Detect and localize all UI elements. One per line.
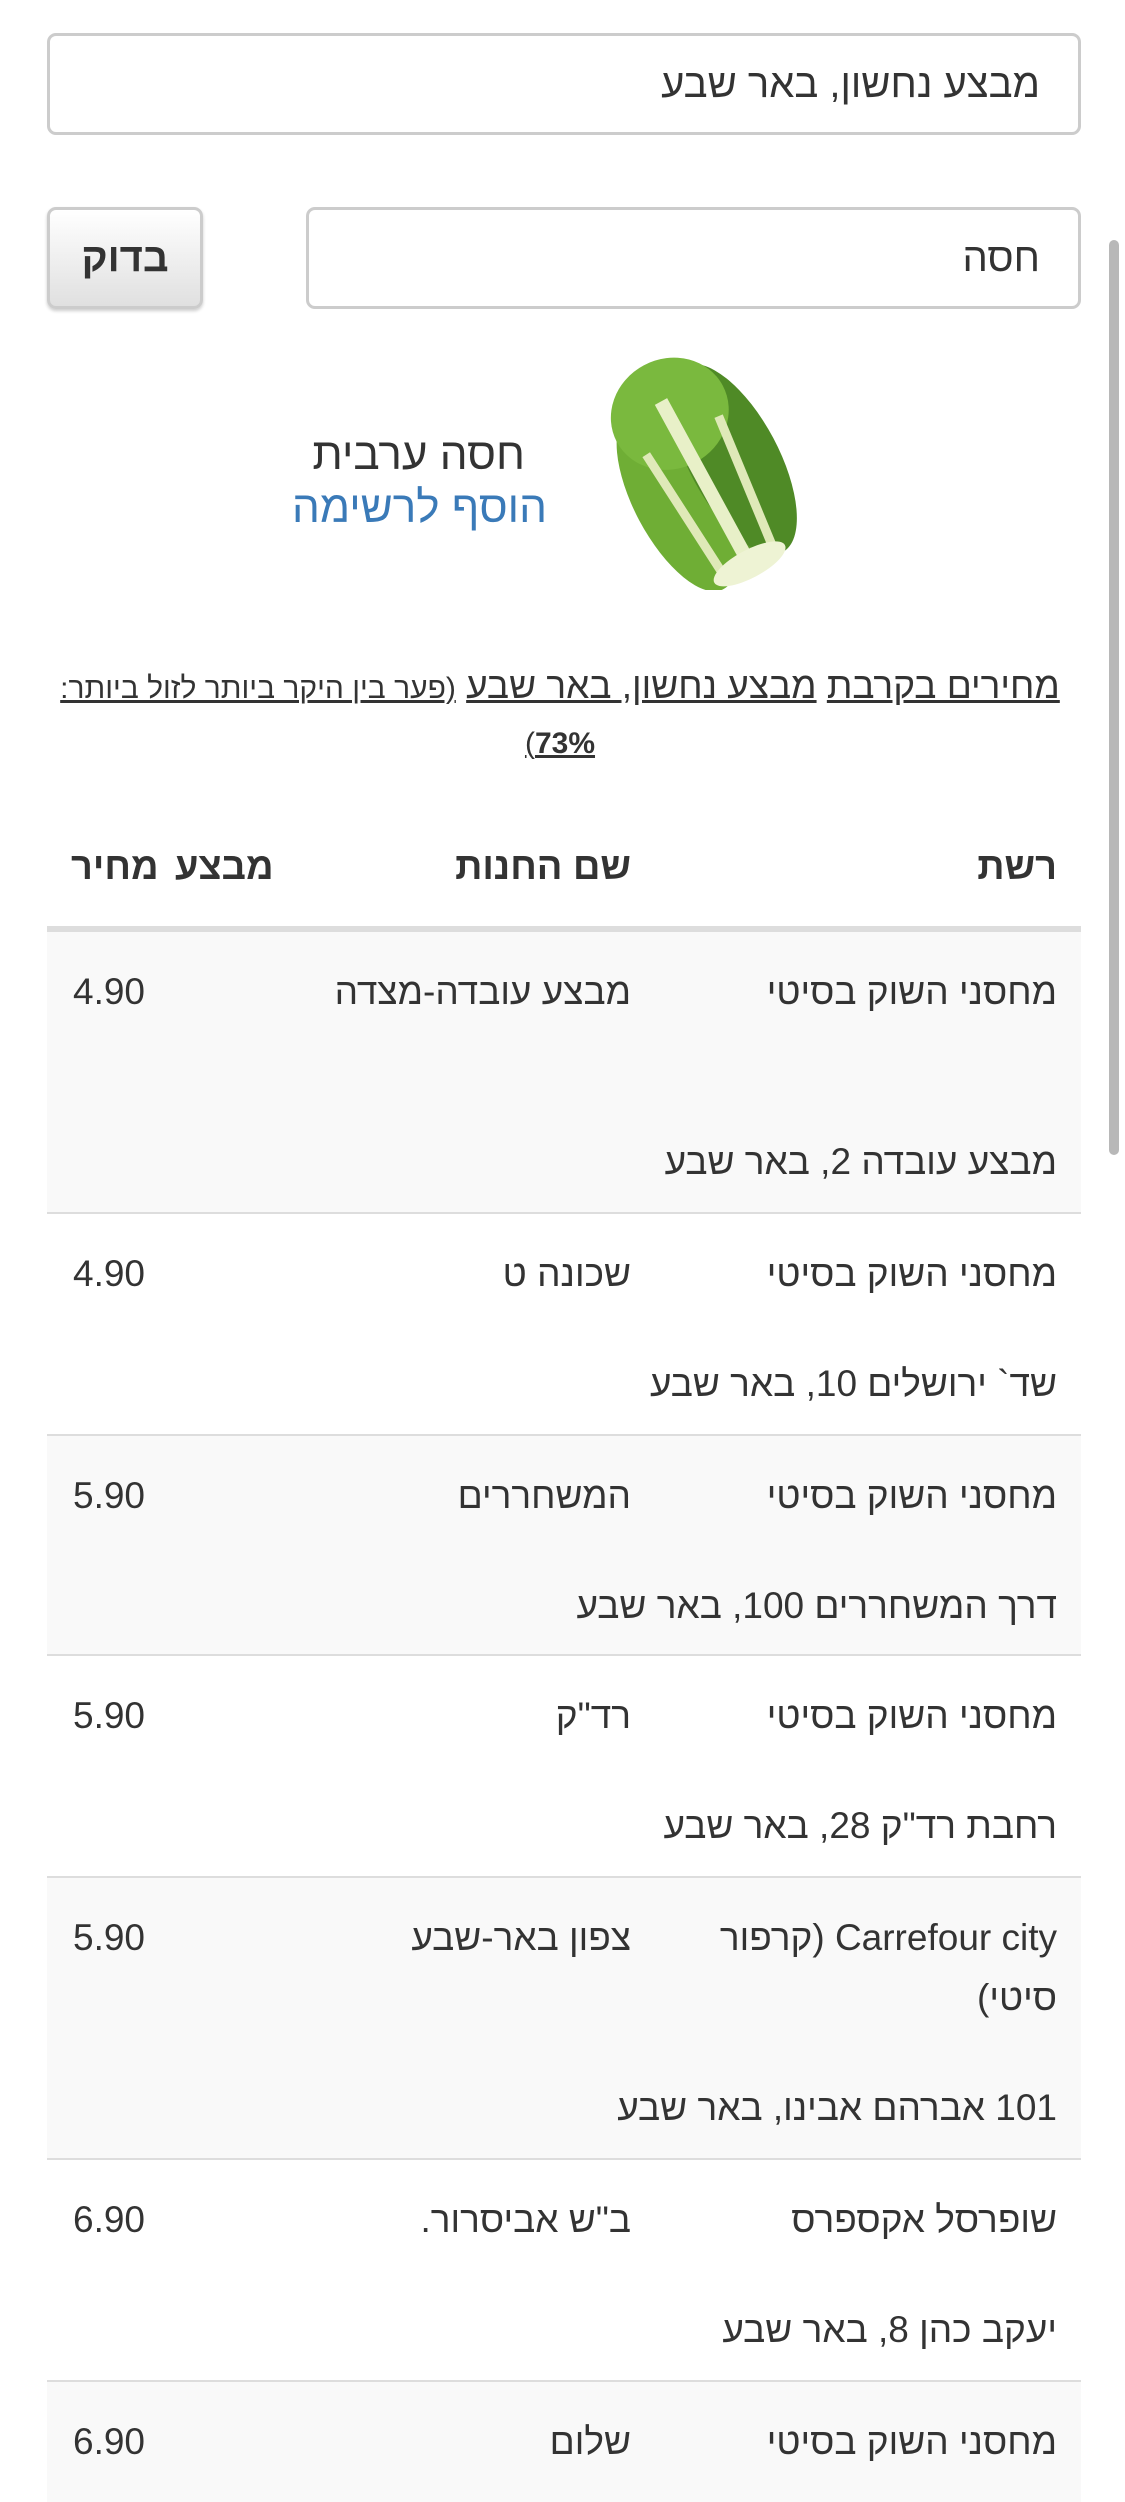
row-address: 101 אברהם אבינו, באר שבע: [617, 2087, 1057, 2128]
table-row[interactable]: מחסני השוק בסיטי מבצע עובדה-מצדה 4.90 מב…: [47, 932, 1081, 1214]
row-address: רחבת רד"ק 28, באר שבע: [663, 1805, 1057, 1846]
header-price: מחיר: [71, 846, 159, 888]
row-chain: מחסני השוק בסיטי: [766, 2421, 1057, 2462]
row-chain: מחסני השוק בסיטי: [766, 1475, 1057, 1516]
table-row[interactable]: מחסני השוק בסיטי שלום 6.90: [47, 2382, 1081, 2502]
product-card: חסה ערבית הוסף לרשימה: [0, 340, 1125, 600]
row-price: 5.90: [73, 1917, 146, 1958]
row-address: יעקב כהן 8, באר שבע: [722, 2309, 1057, 2350]
row-store: מבצע עובדה-מצדה: [334, 971, 631, 1012]
row-chain: מחסני השוק בסיטי: [766, 971, 1057, 1012]
table-row[interactable]: מחסני השוק בסיטי שכונה ט 4.90 שד` ירושלי…: [47, 1214, 1081, 1436]
product-name: חסה ערבית: [312, 430, 525, 479]
row-price: 4.90: [73, 971, 146, 1012]
table-row[interactable]: Carrefour city (קרפור סיטי) צפון באר-שבע…: [47, 1878, 1081, 2160]
row-store: שכונה ט: [502, 1253, 631, 1294]
location-input-value: מבצע נחשון, באר שבע: [661, 61, 1040, 106]
table-row[interactable]: מחסני השוק בסיטי המשחררים 5.90 דרך המשחר…: [47, 1436, 1081, 1656]
row-price: 4.90: [73, 1253, 146, 1294]
table-row[interactable]: מחסני השוק בסיטי רד"ק 5.90 רחבת רד"ק 28,…: [47, 1656, 1081, 1878]
row-price: 5.90: [73, 1695, 146, 1736]
prices-table: רשת שם החנות מבצע מחיר מחסני השוק בסיטי …: [47, 820, 1081, 2502]
row-chain: שופרסל אקספרס: [791, 2199, 1057, 2240]
row-store: המשחררים: [457, 1475, 631, 1516]
price-gap-close: ): [524, 727, 535, 760]
price-gap-label: (פער בין היקר ביותר לזול ביותר:: [60, 672, 456, 705]
location-input[interactable]: מבצע נחשון, באר שבע: [47, 33, 1081, 135]
row-store: צפון באר-שבע: [411, 1917, 631, 1958]
row-price: 6.90: [73, 2199, 146, 2240]
row-price: 6.90: [73, 2421, 146, 2462]
row-store: רד"ק: [555, 1695, 631, 1736]
table-row[interactable]: שופרסל אקספרס ב"ש אביסרור. 6.90 יעקב כהן…: [47, 2160, 1081, 2382]
row-chain: מחסני השוק בסיטי: [766, 1695, 1057, 1736]
row-address: שד` ירושלים 10, באר שבע: [649, 1363, 1057, 1404]
row-chain: מחסני השוק בסיטי: [766, 1253, 1057, 1294]
header-store: שם החנות: [455, 846, 631, 888]
row-store: שלום: [549, 2421, 631, 2462]
nearby-prices-title[interactable]: מחירים בקרבת מבצע נחשון, באר שבע (פער בי…: [60, 660, 1060, 770]
header-chain: רשת: [977, 846, 1057, 888]
search-input-value: חסה: [962, 235, 1040, 280]
table-header: רשת שם החנות מבצע מחיר: [47, 820, 1081, 932]
row-price: 5.90: [73, 1475, 146, 1516]
row-address: דרך המשחררים 100, באר שבע: [576, 1585, 1058, 1626]
row-chain: Carrefour city (קרפור סיטי): [719, 1917, 1057, 2018]
nearby-prefix: מחירים בקרבת: [826, 665, 1060, 706]
check-button[interactable]: בדוק: [47, 207, 203, 309]
nearby-place: מבצע נחשון, באר שבע: [466, 665, 817, 706]
price-gap-value: 73%: [534, 727, 596, 760]
row-address: מבצע עובדה 2, באר שבע: [664, 1141, 1057, 1182]
scrollbar[interactable]: [1109, 240, 1119, 1155]
header-deal: מבצע: [175, 846, 274, 888]
row-store: ב"ש אביסרור.: [420, 2199, 631, 2240]
lettuce-image: [610, 357, 797, 590]
search-input[interactable]: חסה: [306, 207, 1081, 309]
add-to-list-link[interactable]: הוסף לרשימה: [292, 483, 547, 533]
